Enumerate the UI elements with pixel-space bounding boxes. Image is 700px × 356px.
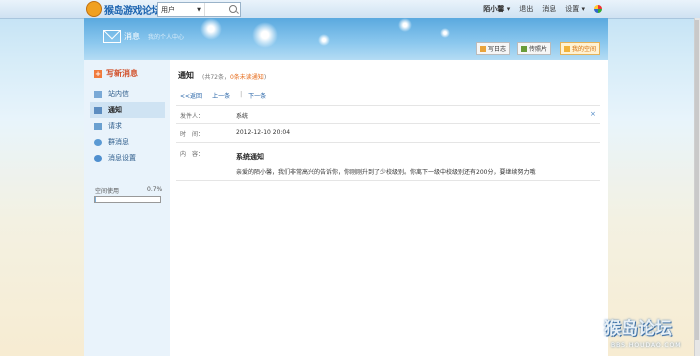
divider [176,105,600,106]
logo-text: 猴岛游戏论坛 [104,5,162,17]
unread-count-link[interactable]: 0条未读通知 [230,74,264,81]
forum-watermark-url: BBS.HOUDAO.COM [611,342,682,349]
sidebar-item-inbox[interactable]: 站内信 [90,86,165,102]
monkey-logo-icon [86,1,102,17]
dandelion-decoration [200,18,222,40]
time-label: 时 间： [180,131,205,138]
space-usage-percent: 0.7% [147,186,163,193]
space-usage-fill [95,197,96,202]
pencil-icon [480,45,486,52]
sidebar-item-label: 请求 [108,122,122,130]
sidebar-item-message-settings[interactable]: 消息设置 [90,150,165,166]
dandelion-decoration [398,18,412,32]
dandelion-decoration [252,22,278,48]
group-icon [94,138,102,146]
search-icon[interactable] [229,5,237,13]
username-menu[interactable]: 陌小馨 ▾ [483,4,510,14]
write-blog-button[interactable]: 写日志 [476,42,511,55]
divider [176,142,600,143]
notification-heading: 通知 [178,71,194,80]
dandelion-decoration [440,28,450,38]
count-suffix: ) [263,74,267,81]
message-title: 系统通知 [236,153,264,161]
sidebar-item-label: 消息设置 [108,154,136,162]
close-icon[interactable]: × [590,110,596,118]
space-usage-label: 空间使用 [95,188,120,195]
sidebar-item-group-messages[interactable]: 群消息 [90,134,165,150]
message-body: 亲爱的陌小馨，我们非常高兴的告诉你，你刚刚升到了少校级别。你离下一级中校级别还有… [236,169,536,176]
gear-icon [94,154,102,162]
photo-icon [521,45,527,52]
compose-label: 写新消息 [106,69,138,78]
message-navigation: <<返回 上一条 | 下一条 [180,91,276,100]
write-blog-label: 写日志 [488,46,507,53]
bell-icon [94,106,102,114]
chevron-down-icon: ▼ [197,6,201,13]
logout-link[interactable]: 退出 [519,4,533,14]
back-link[interactable]: <<返回 [180,91,202,100]
compose-message-button[interactable]: + 写新消息 [94,68,138,79]
page-subtitle: 我的个人中心 [148,34,185,41]
sender-label: 发件人： [180,113,205,120]
divider [176,180,600,181]
prev-link[interactable]: 上一条 [212,91,230,100]
messages-link[interactable]: 消息 [542,4,556,14]
sidebar-item-notifications[interactable]: 通知 [90,102,165,118]
color-wheel-icon[interactable] [594,5,602,13]
count-prefix: (共72条， [202,74,230,81]
mail-icon [94,90,102,98]
top-nav: 陌小馨 ▾ 退出 消息 设置 ▾ [483,0,700,18]
nav-separator: | [240,91,243,98]
upload-photo-button[interactable]: 传照片 [517,42,552,55]
envelope-icon [103,30,121,43]
forum-watermark: 猴岛论坛 [604,319,672,339]
my-space-label: 我的空间 [572,46,597,53]
request-icon [94,122,102,130]
notification-count: (共72条，0条未读通知) [202,72,266,81]
search-scope-label: 用户 [161,5,175,14]
content-label: 内 容： [180,151,205,158]
next-link[interactable]: 下一条 [248,91,266,100]
space-usage-bar [94,196,161,203]
page-title: 消息 [124,32,140,41]
search-box[interactable]: 用户 ▼ [157,2,241,17]
scrollbar-thumb[interactable] [695,20,699,340]
my-space-button[interactable]: 我的空间 [560,42,601,55]
divider [176,123,600,124]
home-icon [564,45,570,52]
dandelion-decoration [318,34,330,46]
sidebar-item-label: 通知 [108,106,122,114]
upload-photo-label: 传照片 [529,46,548,53]
sender-value: 系统 [236,113,249,120]
sidebar-item-label: 站内信 [108,90,129,98]
sidebar-item-label: 群消息 [108,138,129,146]
time-value: 2012-12-10 20:04 [236,129,291,136]
site-logo[interactable]: 猴岛游戏论坛 [86,1,162,17]
settings-menu[interactable]: 设置 ▾ [565,4,585,14]
plus-icon: + [94,69,102,78]
sidebar-item-requests[interactable]: 请求 [90,118,165,134]
search-scope-select[interactable]: 用户 ▼ [158,3,205,16]
